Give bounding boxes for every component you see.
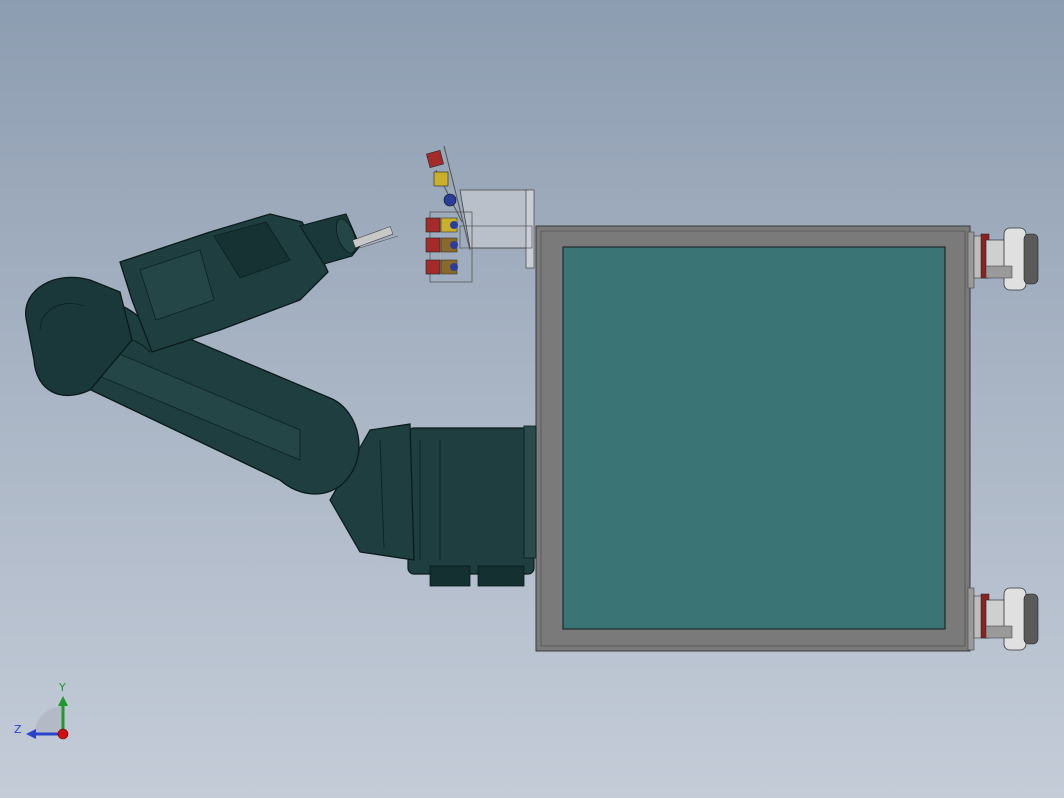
- robot-arm[interactable]: [25, 213, 537, 587]
- coordinate-triad: Y Z: [14, 681, 69, 740]
- z-axis-label: Z: [14, 723, 22, 736]
- cell-panel[interactable]: [562, 246, 946, 630]
- caster-wheel-top[interactable]: [973, 227, 1039, 291]
- triad-origin-icon: [57, 728, 69, 740]
- cad-viewport[interactable]: Y Z: [0, 0, 1064, 798]
- cell-frame[interactable]: [535, 225, 975, 652]
- robot-upper-arm[interactable]: [119, 213, 329, 353]
- caster-wheel-bottom[interactable]: [973, 587, 1039, 651]
- robot-base[interactable]: [407, 425, 537, 587]
- robot-end-effector[interactable]: [352, 226, 399, 249]
- y-axis-label: Y: [58, 681, 66, 694]
